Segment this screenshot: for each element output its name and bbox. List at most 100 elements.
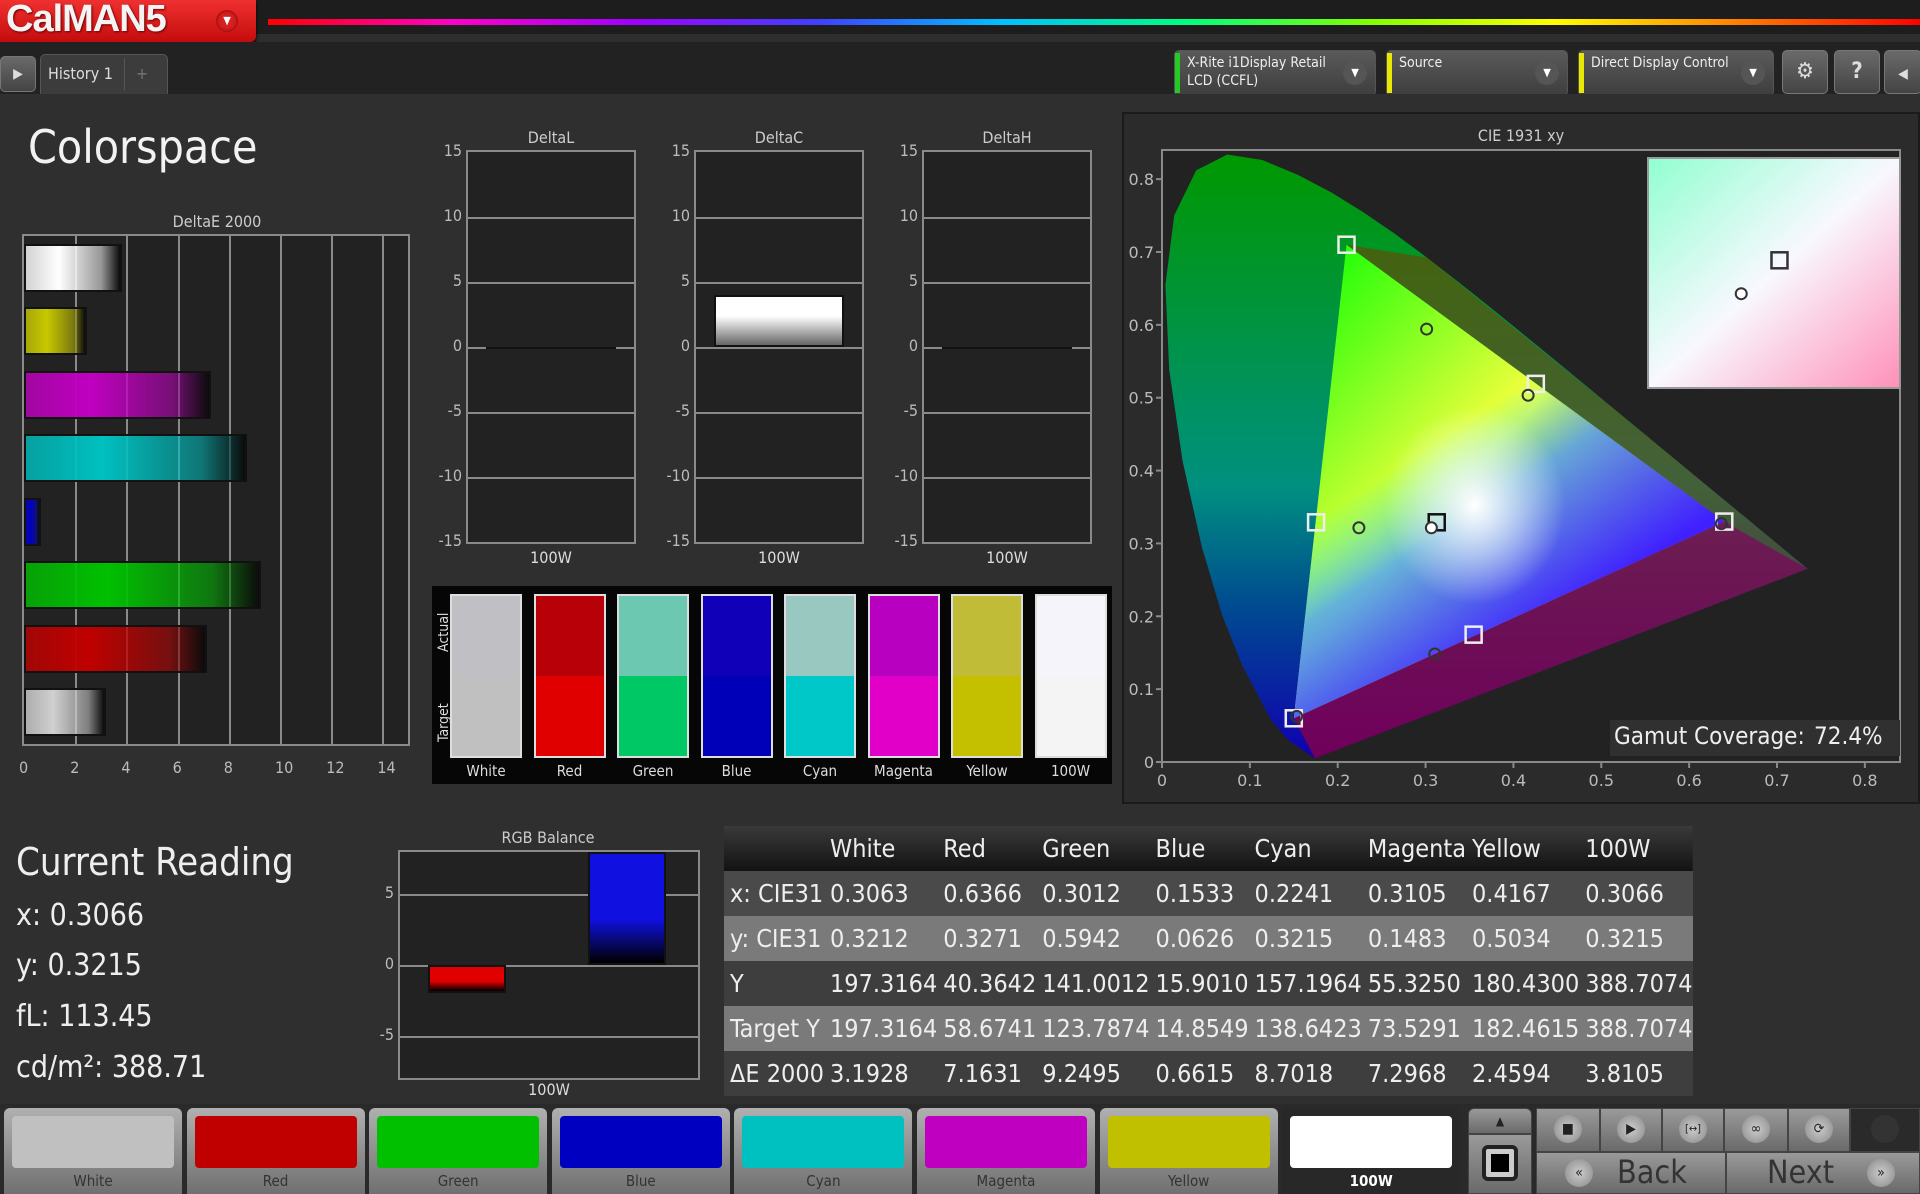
table-cell: 3.8105 (1585, 1059, 1664, 1088)
display-control-dropdown[interactable]: Direct Display Control ▼ (1578, 50, 1774, 96)
swatch-actual (953, 596, 1021, 676)
loop-icon: ∞ (1742, 1115, 1770, 1143)
help-button[interactable]: ? (1834, 50, 1880, 94)
chevron-down-icon[interactable]: ▼ (216, 10, 238, 32)
deltac-y-tick: -10 (666, 466, 690, 485)
deltae-chart-title: DeltaE 2000 (172, 212, 262, 231)
swatch-label: Magenta (874, 762, 933, 780)
play-button[interactable]: ▶ (1600, 1108, 1662, 1152)
deltal-bar (486, 347, 616, 349)
deltae-gridline (280, 236, 282, 744)
swatch-label: 100W (1050, 762, 1091, 780)
meter-sublabel: LCD (CCFL) (1187, 73, 1259, 89)
deltac-y-tick: 15 (671, 141, 690, 160)
next-button[interactable]: Next » (1726, 1152, 1920, 1194)
deltac-gridline (696, 282, 862, 284)
scroll-up-button[interactable]: ▲ (1468, 1108, 1532, 1134)
loop-button[interactable]: ∞ (1724, 1108, 1788, 1152)
swatch-target (452, 676, 520, 756)
settings-button[interactable]: ⚙ (1782, 50, 1828, 94)
table-cell: 197.3164 (829, 1014, 938, 1043)
table-row: Target Y 197.3164 58.6741 123.7874 14.8549 13… (724, 1006, 1693, 1051)
stop-button[interactable]: ■ (1536, 1108, 1600, 1152)
deltal-y-tick: 10 (443, 206, 462, 225)
back-button[interactable]: « Back (1536, 1152, 1726, 1194)
deltae-bar-magenta (24, 370, 211, 419)
swatch-actual (786, 596, 854, 676)
table-cell: 0.6615 (1155, 1059, 1235, 1088)
table-header-cell: White (829, 834, 896, 863)
table-cell: 0.4167 (1472, 879, 1551, 908)
cie-x-tick: 0 (1157, 771, 1167, 790)
table-cell: 388.7074 (1585, 1014, 1693, 1043)
deltae-bar-cyan (24, 434, 247, 483)
swatch-actual (452, 596, 520, 676)
display-status-indicator (1579, 53, 1584, 93)
cie-y-tick: 0.5 (1129, 389, 1154, 408)
deltah-gridline (924, 282, 1090, 284)
patch-magenta[interactable]: Magenta (917, 1108, 1095, 1194)
patch-white[interactable]: White (4, 1108, 182, 1194)
status-led-icon (1871, 1115, 1899, 1143)
cie-y-tick: 0.4 (1129, 462, 1154, 481)
table-cell: 0.1533 (1155, 879, 1235, 908)
table-cell: 8.7018 (1254, 1059, 1334, 1088)
actual-point-white (1424, 521, 1438, 535)
refresh-button[interactable]: ⟳ (1788, 1108, 1850, 1152)
reading-y: y: 0.3215 (16, 948, 142, 983)
table-cell: 7.2968 (1367, 1059, 1447, 1088)
table-cell: 3.1928 (829, 1059, 909, 1088)
table-row-label: Y (730, 969, 744, 998)
patch-color (925, 1116, 1087, 1168)
source-label: Source (1399, 55, 1443, 71)
patch-100w[interactable]: 100W (1282, 1108, 1461, 1194)
fit-button[interactable]: [↔] (1662, 1108, 1724, 1152)
deltal-y-tick: 15 (443, 141, 462, 160)
deltae-x-tick: 2 (70, 758, 80, 777)
add-tab-button[interactable]: + (124, 58, 159, 90)
cie-x-tick: 0.7 (1764, 771, 1789, 790)
patch-label: 100W (1349, 1172, 1393, 1190)
patch-yellow[interactable]: Yellow (1099, 1108, 1278, 1194)
patch-green[interactable]: Green (369, 1108, 548, 1194)
meter-dropdown[interactable]: X-Rite i1Display Retail LCD (CCFL) ▼ (1174, 50, 1376, 96)
stop-pattern-button[interactable] (1468, 1134, 1532, 1194)
swatch-target (535, 676, 604, 756)
patch-red[interactable]: Red (186, 1108, 365, 1194)
patch-color (1290, 1116, 1453, 1168)
cie-x-tick: 0.6 (1676, 771, 1701, 790)
patch-label: Blue (625, 1172, 656, 1190)
cie-y-tick: 0.8 (1129, 170, 1154, 189)
patch-cyan[interactable]: Cyan (734, 1108, 913, 1194)
expand-nav-button[interactable]: ▶ (0, 56, 36, 92)
inset-actual-white (1734, 287, 1748, 301)
deltac-x-label: 100W (758, 548, 800, 567)
patch-blue[interactable]: Blue (551, 1108, 730, 1194)
swatch-label: Yellow (966, 762, 1008, 780)
play-icon: ▶ (13, 66, 23, 82)
app-logo: CalMAN5 (6, 0, 167, 40)
double-chevron-right-icon: » (1867, 1159, 1895, 1187)
source-dropdown[interactable]: Source ▼ (1386, 50, 1568, 96)
collapse-panel-button[interactable]: ◀ (1884, 50, 1920, 94)
chevron-left-icon: ◀ (1898, 66, 1908, 82)
table-cell: 73.5291 (1367, 1014, 1461, 1043)
table-header-cell: Blue (1155, 834, 1206, 863)
gear-icon: ⚙ (1796, 59, 1814, 84)
patch-label: Cyan (806, 1172, 841, 1190)
patch-label: Green (437, 1172, 479, 1190)
app-logo-button[interactable]: CalMAN5 ▼ (0, 0, 256, 42)
table-header-cell: Cyan (1254, 834, 1312, 863)
deltal-gridline (468, 217, 634, 219)
table-cell: 197.3164 (829, 969, 938, 998)
cie-y-tick: 0.1 (1129, 680, 1154, 699)
table-cell: 123.7874 (1042, 1014, 1150, 1043)
deltae-x-tick: 10 (275, 758, 294, 777)
swatch-label: Cyan (802, 762, 838, 780)
table-cell: 2.4594 (1472, 1059, 1551, 1088)
deltac-gridline (696, 477, 862, 479)
arrow-up-icon: ▲ (1495, 1114, 1505, 1128)
deltae-gridline (382, 236, 385, 744)
cie-x-tick: 0.2 (1325, 771, 1350, 790)
swatch-green (617, 594, 689, 758)
